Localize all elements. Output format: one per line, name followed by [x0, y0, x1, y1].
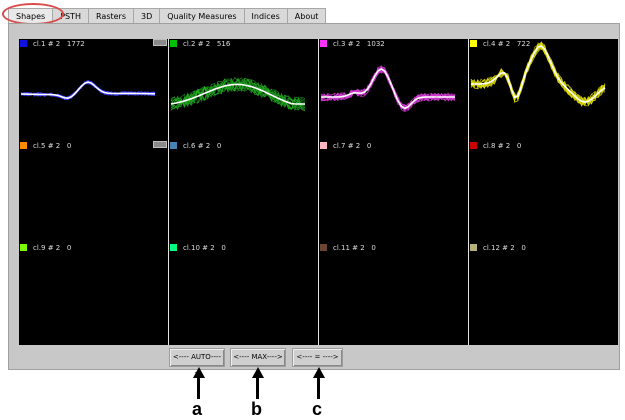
cluster-label: cl.8 # 2 0 — [483, 142, 522, 150]
waveform-plot — [320, 65, 456, 113]
cluster-cell[interactable]: cl.9 # 2 0 — [19, 243, 168, 345]
cluster-label: cl.12 # 2 0 — [483, 244, 526, 252]
tab-indices[interactable]: Indices — [243, 8, 288, 23]
cluster-color-swatch — [170, 142, 177, 149]
cluster-color-swatch — [470, 142, 477, 149]
arrow-c-shaft — [317, 377, 320, 399]
label-b: b — [251, 399, 262, 419]
arrow-a-shaft — [197, 377, 200, 399]
waveform-plot — [470, 40, 606, 107]
cluster-color-swatch — [320, 244, 327, 251]
waveform-trace — [470, 44, 606, 103]
cluster-cell[interactable]: cl.3 # 2 1032 — [319, 39, 468, 141]
cluster-cell[interactable]: cl.6 # 2 0 — [169, 141, 318, 243]
cluster-cell[interactable]: cl.5 # 2 0 — [19, 141, 168, 243]
waveform-trace — [470, 43, 606, 106]
cluster-cell[interactable]: cl.7 # 2 0 — [319, 141, 468, 243]
label-c: c — [312, 399, 323, 419]
arrow-b-shaft — [256, 377, 259, 399]
waveform-trace — [470, 44, 606, 104]
waveform-trace — [320, 65, 456, 111]
cluster-cell[interactable]: cl.2 # 2 516 — [169, 39, 318, 141]
tab-rasters[interactable]: Rasters — [88, 8, 134, 23]
waveform-trace — [470, 45, 606, 105]
cluster-color-swatch — [20, 142, 27, 149]
cluster-cell[interactable]: cl.4 # 2 722 — [469, 39, 618, 141]
waveform-trace — [470, 44, 606, 106]
cluster-cell[interactable]: cl.11 # 2 0 — [319, 243, 468, 345]
cluster-label: cl.7 # 2 0 — [333, 142, 372, 150]
tab-quality-measures[interactable]: Quality Measures — [159, 8, 245, 23]
tab-bar: Shapes PSTH Rasters 3D Quality Measures … — [8, 8, 327, 23]
cluster-color-swatch — [170, 244, 177, 251]
waveform-plot — [170, 76, 306, 112]
waveform-trace — [20, 81, 156, 100]
cluster-label: cl.5 # 2 0 — [33, 142, 72, 150]
tab-shapes[interactable]: Shapes — [8, 8, 54, 23]
cluster-color-swatch — [470, 244, 477, 251]
auto-scale-button[interactable]: <---- AUTO----> — [169, 348, 225, 378]
tab-psth[interactable]: PSTH — [52, 8, 90, 23]
cluster-label: cl.9 # 2 0 — [33, 244, 72, 252]
mean-waveform-trace — [471, 45, 606, 103]
cluster-label: cl.6 # 2 0 — [183, 142, 222, 150]
cluster-cell[interactable]: cl.1 # 2 1772 — [19, 39, 168, 141]
tab-about[interactable]: About — [286, 8, 327, 23]
cluster-cell[interactable]: cl.12 # 2 0 — [469, 243, 618, 345]
waveform-trace — [470, 42, 606, 105]
waveform-trace — [470, 46, 606, 106]
equal-scale-button[interactable]: <---- = ----> — [292, 348, 343, 367]
cluster-cell[interactable]: cl.8 # 2 0 — [469, 141, 618, 243]
label-a: a — [192, 399, 203, 419]
waveform-plot — [20, 79, 156, 101]
scale-toggle-button[interactable] — [153, 141, 167, 148]
cluster-label: cl.10 # 2 0 — [183, 244, 226, 252]
cluster-color-swatch — [320, 142, 327, 149]
tab-3d[interactable]: 3D — [133, 8, 161, 23]
cluster-label: cl.11 # 2 0 — [333, 244, 376, 252]
max-scale-button[interactable]: <---- MAX----> — [230, 348, 286, 367]
cluster-cell[interactable]: cl.10 # 2 0 — [169, 243, 318, 345]
cluster-grid: cl.1 # 2 1772 cl.2 # 2 516 cl.3 # 2 1032 cl… — [19, 39, 618, 345]
cluster-color-swatch — [20, 244, 27, 251]
waveform-trace — [470, 47, 606, 106]
